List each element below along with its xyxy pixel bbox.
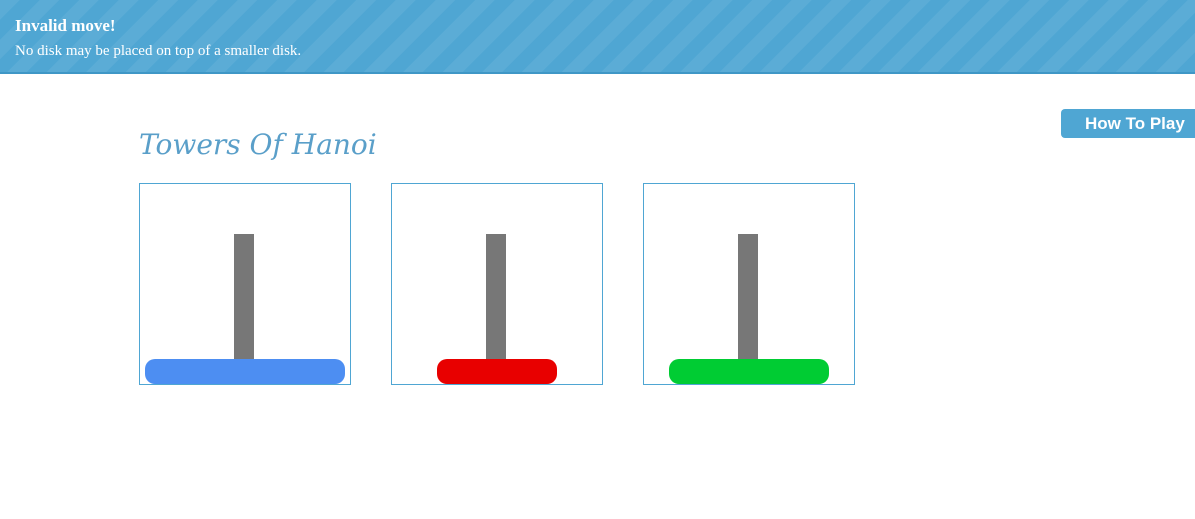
disk-small-red[interactable]	[437, 359, 557, 384]
tower-3[interactable]	[643, 183, 855, 385]
disk-large-blue[interactable]	[145, 359, 345, 384]
disk-medium-green[interactable]	[669, 359, 829, 384]
peg	[738, 234, 758, 360]
how-to-play-button[interactable]: How To Play	[1061, 109, 1195, 138]
banner-message: No disk may be placed on top of a smalle…	[15, 43, 302, 59]
banner-title: Invalid move!	[15, 16, 116, 35]
peg	[486, 234, 506, 360]
peg	[234, 234, 254, 360]
page-title: Towers Of Hanoi	[139, 128, 377, 161]
tower-1[interactable]	[139, 183, 351, 385]
tower-2[interactable]	[391, 183, 603, 385]
invalid-move-banner: Invalid move! No disk may be placed on t…	[0, 0, 1195, 74]
